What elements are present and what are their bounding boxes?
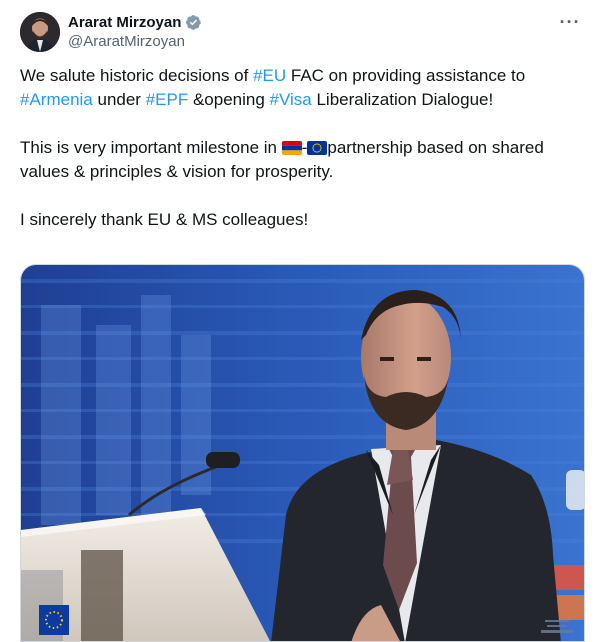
- author-name[interactable]: Ararat Mirzoyan: [68, 14, 181, 31]
- tweet-card[interactable]: Ararat Mirzoyan @AraratMirzoyan ··· We s…: [0, 0, 598, 642]
- hashtag-epf[interactable]: #EPF: [146, 90, 189, 109]
- text-span: This is very important milestone in: [20, 138, 282, 157]
- armenia-flag-icon: [281, 141, 302, 155]
- tweet-paragraph-3: I sincerely thank EU & MS colleagues!: [20, 210, 309, 229]
- photo-image: [21, 265, 584, 641]
- text-span: FAC on providing assistance to: [286, 66, 526, 85]
- hashtag-visa[interactable]: #Visa: [270, 90, 312, 109]
- tweet-paragraph-2: This is very important milestone in - par…: [20, 136, 580, 184]
- verified-badge-icon: [185, 14, 202, 31]
- tweet-text: We salute historic decisions of #EU FAC …: [20, 64, 580, 256]
- text-span: Liberalization Dialogue!: [311, 90, 494, 109]
- author-handle[interactable]: @AraratMirzoyan: [68, 33, 202, 50]
- text-span: We salute historic decisions of: [20, 66, 254, 85]
- text-span: &opening: [188, 90, 270, 109]
- more-options-icon: ···: [559, 12, 581, 32]
- hashtag-eu[interactable]: #EU: [253, 66, 286, 85]
- tweet-paragraph-1: We salute historic decisions of #EU FAC …: [20, 64, 580, 112]
- author-block: Ararat Mirzoyan @AraratMirzoyan: [68, 12, 202, 50]
- avatar[interactable]: [20, 12, 60, 52]
- hashtag-armenia[interactable]: #Armenia: [20, 90, 93, 109]
- tweet-photo[interactable]: [20, 264, 585, 642]
- eu-flag-icon: [307, 141, 328, 155]
- more-options-button[interactable]: ···: [558, 12, 582, 32]
- text-span: under: [92, 90, 146, 109]
